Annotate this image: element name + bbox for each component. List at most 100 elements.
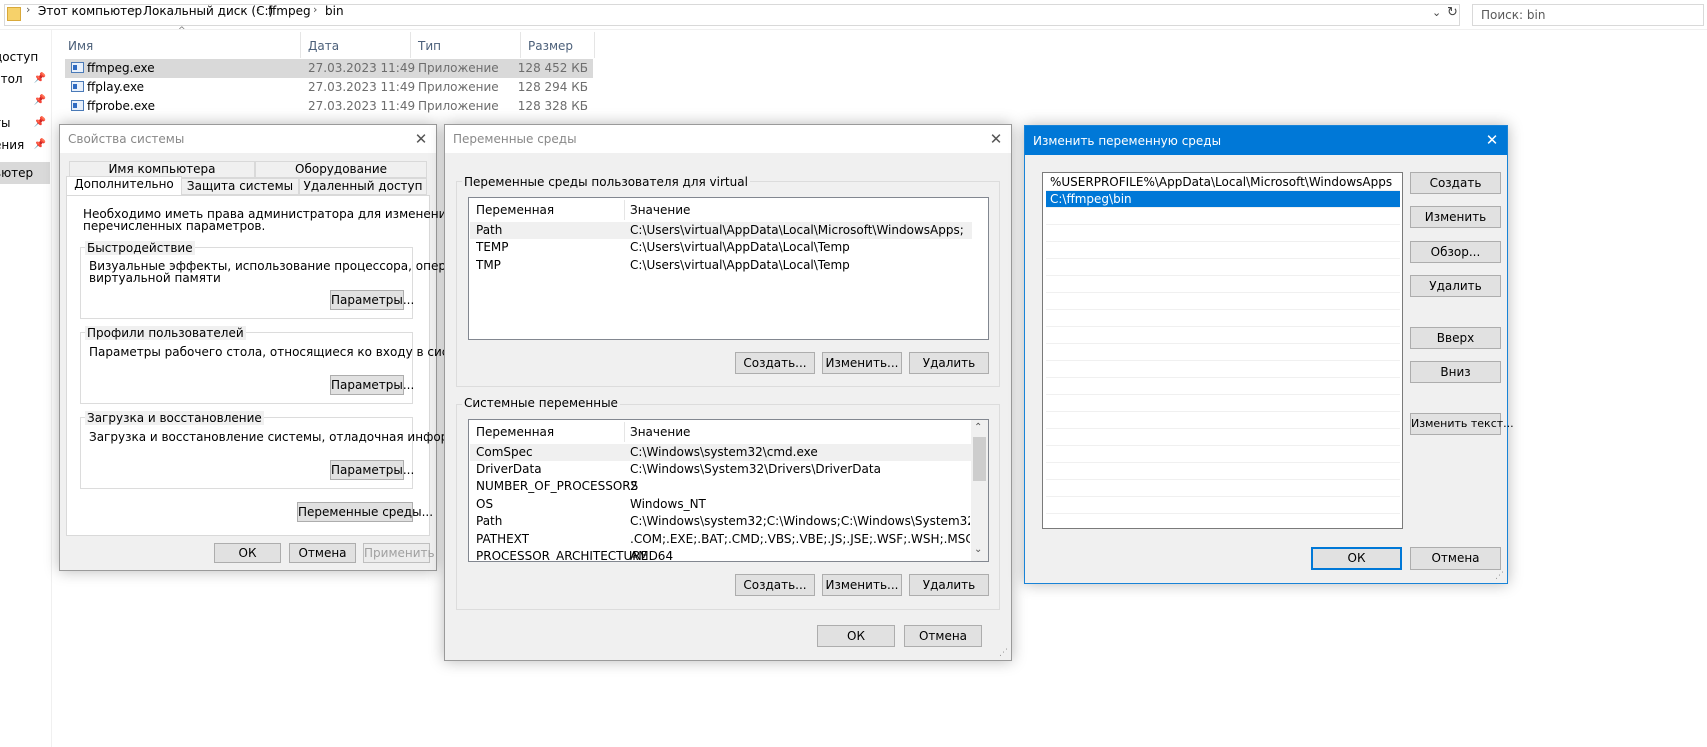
scroll-thumb[interactable] — [973, 437, 986, 481]
tab-system-protection[interactable]: Защита системы — [181, 178, 299, 195]
ok-button[interactable]: ОК — [817, 625, 895, 647]
move-down-button[interactable]: Вниз — [1410, 361, 1501, 383]
cancel-button[interactable]: Отмена — [1410, 547, 1501, 570]
delete-button[interactable]: Удалить — [1410, 275, 1501, 297]
list-item[interactable] — [1046, 276, 1400, 293]
variable-name[interactable]: PATHEXT — [476, 532, 529, 546]
user-edit-button[interactable]: Изменить... — [822, 352, 902, 374]
column-header-value[interactable]: Значение — [630, 425, 690, 439]
variable-name[interactable]: ComSpec — [476, 445, 533, 459]
system-create-button[interactable]: Создать... — [735, 574, 815, 596]
list-item[interactable] — [1046, 463, 1400, 480]
list-item[interactable] — [1046, 208, 1400, 225]
ok-button[interactable]: ОК — [1311, 547, 1402, 570]
path-entry-selected[interactable]: C:\ffmpeg\bin — [1046, 191, 1400, 208]
new-button[interactable]: Создать — [1410, 172, 1501, 194]
column-header-size[interactable]: Размер — [522, 34, 594, 58]
user-delete-button[interactable]: Удалить — [909, 352, 989, 374]
variable-value[interactable]: C:\Users\virtual\AppData\Local\Microsoft… — [630, 223, 964, 237]
list-item[interactable] — [1046, 361, 1400, 378]
vertical-scrollbar[interactable]: ⌃ ⌄ — [971, 420, 988, 561]
path-entries-list[interactable]: %USERPROFILE%\AppData\Local\Microsoft\Wi… — [1042, 172, 1403, 529]
browse-button[interactable]: Обзор... — [1410, 241, 1501, 263]
column-header-variable[interactable]: Переменная — [476, 425, 554, 439]
variable-name[interactable]: TEMP — [476, 240, 509, 254]
nav-item-selected[interactable]: ьютер — [0, 162, 50, 184]
variable-name[interactable]: Path — [476, 514, 502, 528]
tab-hardware[interactable]: Оборудование — [255, 161, 427, 178]
column-header-type[interactable]: Тип — [412, 34, 520, 58]
variable-name[interactable]: OS — [476, 497, 493, 511]
file-row[interactable]: ffplay.exe 27.03.2023 11:49 Приложение 1… — [65, 78, 593, 97]
close-icon[interactable]: ✕ — [1477, 126, 1507, 154]
list-item[interactable] — [1046, 446, 1400, 463]
ok-button[interactable]: ОК — [214, 543, 281, 563]
system-edit-button[interactable]: Изменить... — [822, 574, 902, 596]
variable-value[interactable]: C:\Windows\system32\cmd.exe — [630, 445, 818, 459]
breadcrumb-item[interactable]: Локальный диск (C:) — [143, 4, 273, 18]
variable-value[interactable]: C:\Windows\System32\Drivers\DriverData — [630, 462, 881, 476]
list-item[interactable] — [1046, 378, 1400, 395]
cancel-button[interactable]: Отмена — [904, 625, 982, 647]
edit-text-button[interactable]: Изменить текст... — [1410, 413, 1514, 435]
list-item[interactable] — [1046, 412, 1400, 429]
tab-advanced[interactable]: Дополнительно — [66, 176, 182, 195]
file-row[interactable]: ffmpeg.exe 27.03.2023 11:49 Приложение 1… — [65, 59, 593, 78]
nav-item[interactable]: стол📌 — [0, 68, 50, 90]
cancel-button[interactable]: Отмена — [289, 543, 356, 563]
column-header-value[interactable]: Значение — [630, 203, 690, 217]
column-header-date[interactable]: Дата изменения — [302, 34, 410, 77]
nav-item[interactable]: ения📌 — [0, 134, 50, 156]
breadcrumb-item[interactable]: bin — [325, 4, 344, 18]
system-delete-button[interactable]: Удалить — [909, 574, 989, 596]
list-item[interactable] — [1046, 310, 1400, 327]
path-entry[interactable]: %USERPROFILE%\AppData\Local\Microsoft\Wi… — [1046, 174, 1400, 191]
list-item[interactable] — [1046, 497, 1400, 514]
list-item[interactable] — [1046, 225, 1400, 242]
variable-value[interactable]: C:\Users\virtual\AppData\Local\Temp — [630, 240, 850, 254]
chevron-down-icon[interactable]: ⌄ — [1432, 6, 1441, 19]
resize-grip-icon[interactable]: ⋰ — [1495, 571, 1505, 581]
variable-name[interactable]: TMP — [476, 258, 501, 272]
list-item[interactable] — [1046, 480, 1400, 497]
refresh-icon[interactable]: ↻ — [1447, 5, 1458, 20]
variable-value[interactable]: Windows_NT — [630, 497, 706, 511]
variable-value[interactable]: C:\Users\virtual\AppData\Local\Temp — [630, 258, 850, 272]
variable-value[interactable]: .COM;.EXE;.BAT;.CMD;.VBS;.VBE;.JS;.JSE;.… — [630, 532, 970, 546]
user-variables-list[interactable]: Переменная Значение Path C:\Users\virtua… — [468, 197, 989, 340]
variable-value[interactable]: AMD64 — [630, 549, 673, 561]
breadcrumb-item[interactable]: Этот компьютер — [38, 4, 142, 18]
list-item[interactable] — [1046, 327, 1400, 344]
user-create-button[interactable]: Создать... — [735, 352, 815, 374]
nav-item[interactable]: доступ — [0, 46, 50, 68]
column-header-name[interactable]: Имя — [62, 34, 300, 58]
list-item[interactable] — [1046, 293, 1400, 310]
close-icon[interactable]: ✕ — [981, 125, 1011, 153]
system-variables-list[interactable]: Переменная Значение ComSpec C:\Windows\s… — [468, 419, 989, 562]
edit-button[interactable]: Изменить — [1410, 206, 1501, 228]
variable-value[interactable]: C:\Windows\system32;C:\Windows;C:\Window… — [630, 514, 970, 528]
nav-item[interactable]: ты📌 — [0, 112, 50, 134]
apply-button[interactable]: Применить — [363, 543, 435, 563]
search-input[interactable]: Поиск: bin — [1472, 4, 1704, 26]
list-item[interactable] — [1046, 259, 1400, 276]
startup-settings-button[interactable]: Параметры... — [330, 460, 414, 480]
close-icon[interactable]: ✕ — [406, 125, 436, 153]
variable-value[interactable]: 2 — [630, 479, 638, 493]
list-item[interactable] — [1046, 242, 1400, 259]
scroll-down-icon[interactable]: ⌄ — [974, 544, 982, 555]
nav-item[interactable]: 📌 — [0, 90, 50, 112]
tab-remote-access[interactable]: Удаленный доступ — [299, 178, 427, 195]
move-up-button[interactable]: Вверх — [1410, 327, 1501, 349]
profiles-settings-button[interactable]: Параметры... — [330, 375, 414, 395]
resize-grip-icon[interactable]: ⋰ — [999, 648, 1009, 658]
list-item[interactable] — [1046, 429, 1400, 446]
variable-name[interactable]: NUMBER_OF_PROCESSORS — [476, 479, 638, 493]
variable-name[interactable]: DriverData — [476, 462, 542, 476]
file-row[interactable]: ffprobe.exe 27.03.2023 11:49 Приложение … — [65, 97, 593, 116]
list-item[interactable] — [1046, 395, 1400, 412]
variable-name[interactable]: Path — [476, 223, 502, 237]
list-item[interactable] — [1046, 344, 1400, 361]
variable-name[interactable]: PROCESSOR_ARCHITECTURE — [476, 549, 648, 561]
column-header-variable[interactable]: Переменная — [476, 203, 554, 217]
